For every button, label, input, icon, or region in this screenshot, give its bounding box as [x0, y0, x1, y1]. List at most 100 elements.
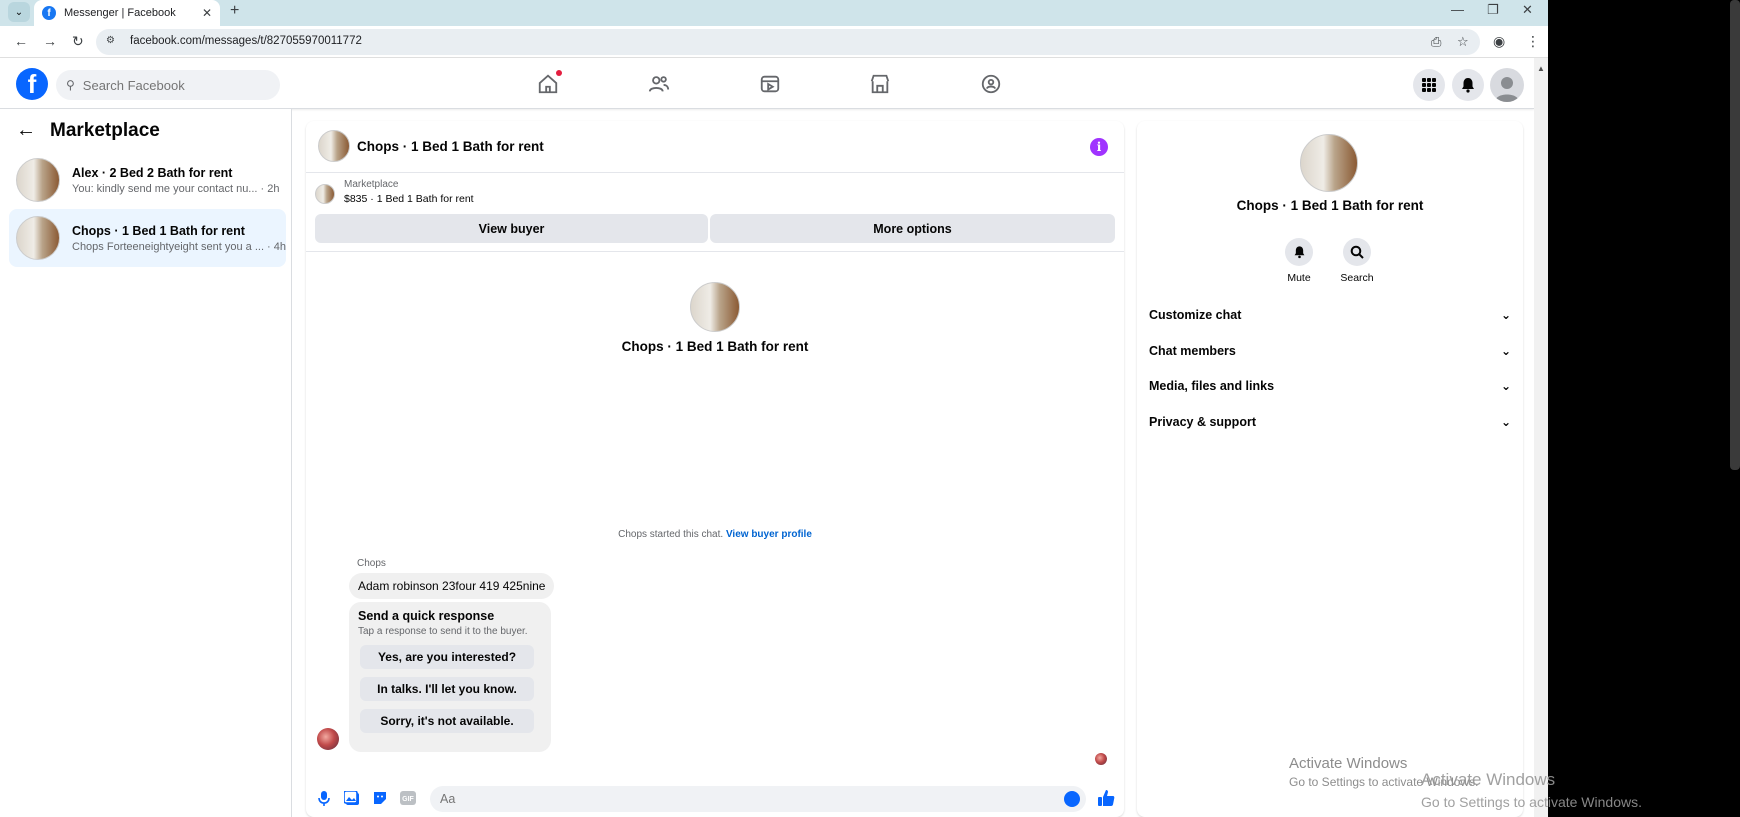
menu-grid-icon[interactable]: [1413, 69, 1445, 101]
chat-started-note: Chops started this chat. View buyer prof…: [306, 529, 1124, 540]
browser-menu-icon[interactable]: ⋮: [1526, 33, 1540, 50]
section-chat-members[interactable]: Chat members ⌄: [1149, 337, 1511, 365]
chevron-down-icon: ⌄: [1500, 308, 1511, 322]
thumbs-up-icon[interactable]: [1096, 788, 1116, 808]
browser-tab[interactable]: f Messenger | Facebook ✕: [34, 0, 220, 26]
quick-response-subtitle: Tap a response to send it to the buyer.: [358, 626, 528, 637]
sender-name: Chops: [357, 558, 386, 569]
chat-details-panel: Chops · 1 Bed 1 Bath for rent Mute Searc…: [1137, 121, 1523, 817]
listing-price: $835 · 1 Bed 1 Bath for rent: [344, 193, 474, 205]
chat-title[interactable]: Chops · 1 Bed 1 Bath for rent: [357, 139, 544, 154]
facebook-header: f ⚲: [0, 58, 1534, 109]
reload-icon[interactable]: ↻: [72, 33, 84, 50]
message-input[interactable]: [440, 792, 1040, 806]
conversation-name: Alex · 2 Bed 2 Bath for rent: [72, 165, 233, 180]
page-scrollbar[interactable]: ▲: [1534, 58, 1548, 817]
view-buyer-profile-link[interactable]: View buyer profile: [726, 529, 812, 540]
seen-indicator-avatar: [1095, 753, 1107, 765]
conversation-item-active[interactable]: Chops · 1 Bed 1 Bath for rent Chops Fort…: [9, 209, 286, 267]
restore-icon[interactable]: ❐: [1487, 2, 1499, 18]
notification-dot: [556, 70, 562, 76]
listing-thumbnail: [315, 184, 335, 204]
tab-close-icon[interactable]: ✕: [202, 6, 212, 20]
account-avatar[interactable]: [1490, 68, 1524, 102]
install-app-icon[interactable]: ⎙: [1431, 34, 1441, 50]
quick-reply-button[interactable]: Yes, are you interested?: [360, 645, 534, 669]
conversation-preview: Chops Forteeneightyeight sent you a ... …: [72, 240, 287, 253]
back-icon[interactable]: ←: [14, 33, 28, 49]
minimize-icon[interactable]: —: [1451, 2, 1464, 17]
close-window-icon[interactable]: ✕: [1522, 2, 1533, 18]
bookmark-star-icon[interactable]: ☆: [1457, 34, 1469, 50]
new-tab-icon[interactable]: +: [230, 2, 239, 20]
site-info-icon[interactable]: ⚙: [106, 35, 120, 49]
section-media-files-links[interactable]: Media, files and links ⌄: [1149, 372, 1511, 400]
home-icon[interactable]: [536, 70, 562, 96]
facebook-search[interactable]: ⚲: [56, 70, 280, 100]
omnibox[interactable]: ⚙ facebook.com/messages/t/82705597001177…: [96, 29, 1480, 55]
back-arrow-icon[interactable]: ←: [16, 119, 40, 142]
chevron-down-icon: ⌄: [1500, 415, 1511, 429]
message-input-wrapper: [430, 786, 1086, 812]
friends-icon[interactable]: [647, 72, 671, 96]
tab-search-icon[interactable]: ⌄: [8, 2, 30, 22]
marketplace-title: Marketplace: [50, 119, 160, 141]
intro-avatar: [690, 282, 740, 332]
chat-intro: Chops · 1 Bed 1 Bath for rent: [306, 282, 1124, 354]
more-options-button[interactable]: More options: [710, 214, 1115, 243]
url-text[interactable]: facebook.com/messages/t/827055970011772: [130, 35, 362, 47]
sender-avatar[interactable]: [317, 728, 339, 750]
groups-icon[interactable]: [979, 72, 1003, 96]
section-customize-chat[interactable]: Customize chat ⌄: [1149, 301, 1511, 329]
facebook-search-input[interactable]: [82, 77, 263, 93]
desktop-scrollbar[interactable]: [1730, 0, 1740, 470]
scroll-up-arrow-icon[interactable]: ▲: [1537, 64, 1545, 73]
chat-panel: Chops · 1 Bed 1 Bath for rent i Marketpl…: [306, 121, 1124, 817]
video-icon[interactable]: [758, 72, 782, 96]
sticker-icon[interactable]: [372, 790, 388, 806]
search-conversation-button[interactable]: Search: [1332, 238, 1382, 284]
quick-reply-button[interactable]: Sorry, it's not available.: [360, 709, 534, 733]
view-buyer-button[interactable]: View buyer: [315, 214, 708, 243]
section-label: Privacy & support: [1149, 415, 1256, 429]
gif-icon[interactable]: GIF: [400, 790, 416, 806]
details-name: Chops · 1 Bed 1 Bath for rent: [1236, 198, 1424, 213]
chat-avatar[interactable]: [318, 130, 350, 162]
conversation-name: Chops · 1 Bed 1 Bath for rent: [72, 223, 245, 238]
section-label: Media, files and links: [1149, 379, 1275, 393]
conversation-item[interactable]: Alex · 2 Bed 2 Bath for rent You: kindly…: [9, 151, 286, 209]
section-label: Customize chat: [1149, 308, 1242, 322]
tab-title: Messenger | Facebook: [64, 7, 176, 19]
microphone-icon[interactable]: [316, 790, 332, 806]
mute-button[interactable]: Mute: [1274, 238, 1324, 284]
started-text: Chops started this chat.: [618, 529, 724, 540]
forward-icon[interactable]: →: [43, 33, 57, 49]
details-avatar: [1300, 134, 1358, 192]
notifications-bell-icon[interactable]: [1452, 69, 1484, 101]
info-icon[interactable]: i: [1090, 138, 1108, 156]
message-bubble[interactable]: Adam robinson 23four 419 425nine: [349, 573, 555, 599]
listing-thumbnail: [16, 158, 60, 202]
bell-icon: [1285, 238, 1313, 266]
emoji-icon[interactable]: [1064, 791, 1080, 807]
section-privacy-support[interactable]: Privacy & support ⌄: [1149, 408, 1511, 436]
activate-windows-watermark-desktop: Activate Windows Go to Settings to activ…: [1421, 770, 1642, 810]
quick-response-card: Send a quick response Tap a response to …: [349, 602, 551, 752]
address-bar: ← → ↻ ⚙ facebook.com/messages/t/82705597…: [0, 26, 1548, 58]
listing-source: Marketplace: [344, 179, 399, 190]
chevron-down-icon: ⌄: [1500, 344, 1511, 358]
watermark-subtitle: Go to Settings to activate Windows.: [1421, 794, 1642, 810]
section-label: Chat members: [1149, 344, 1236, 358]
marketplace-header: ← Marketplace: [16, 119, 160, 142]
profile-icon[interactable]: ◉: [1493, 33, 1505, 50]
browser-window: ⌄ f Messenger | Facebook ✕ + — ❐ ✕ ← → ↻…: [0, 0, 1548, 817]
marketplace-icon[interactable]: [868, 72, 892, 96]
listing-banner: Marketplace $835 · 1 Bed 1 Bath for rent…: [306, 173, 1124, 252]
search-label: Search: [1340, 272, 1374, 284]
photo-icon[interactable]: [344, 790, 360, 806]
conversation-preview: You: kindly send me your contact nu... ·…: [72, 182, 280, 195]
search-icon: ⚲: [66, 78, 75, 92]
svg-text:GIF: GIF: [402, 796, 414, 803]
quick-reply-button[interactable]: In talks. I'll let you know.: [360, 677, 534, 701]
facebook-logo-icon[interactable]: f: [16, 68, 48, 100]
